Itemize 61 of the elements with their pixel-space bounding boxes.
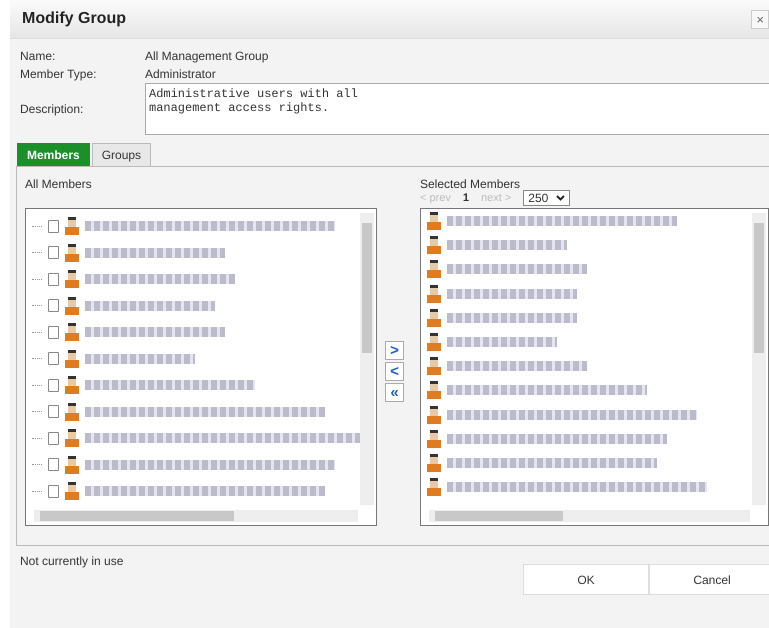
move-button[interactable]: « (385, 382, 404, 402)
user-icon (65, 244, 79, 262)
user-icon (65, 270, 79, 288)
close-button[interactable]: × (751, 10, 769, 28)
cancel-button[interactable]: Cancel (649, 564, 769, 595)
user-icon (65, 350, 79, 368)
user-icon (65, 376, 79, 394)
list-heading: Selected Members (420, 177, 520, 191)
checkbox[interactable] (48, 272, 59, 286)
user-icon (427, 284, 441, 303)
user-icon (65, 323, 79, 342)
page-size-select[interactable]: 250 (523, 190, 570, 206)
user-icon (65, 482, 79, 500)
member-list[interactable] (25, 208, 377, 526)
user-icon (427, 430, 441, 448)
chevron-icon (556, 195, 566, 201)
scrollbar[interactable] (360, 213, 374, 505)
checkbox[interactable] (48, 352, 59, 366)
user-icon (427, 478, 441, 496)
user-icon (65, 402, 79, 421)
status-text: Not currently in use (20, 554, 124, 570)
user-icon (427, 381, 441, 400)
user-icon (65, 429, 79, 448)
user-icon (65, 456, 79, 474)
user-icon (427, 333, 441, 352)
user-icon (65, 217, 79, 236)
user-icon (427, 260, 441, 278)
checkbox[interactable] (48, 246, 59, 260)
checkbox[interactable] (48, 484, 59, 498)
tab[interactable]: Groups (92, 143, 152, 166)
scrollbar[interactable] (34, 510, 358, 522)
field-value: Administrator (145, 67, 217, 81)
user-icon (427, 212, 441, 230)
user-icon (427, 406, 441, 424)
checkbox[interactable] (48, 405, 59, 418)
checkbox[interactable] (48, 220, 59, 233)
page-number: 1 (462, 192, 470, 204)
user-icon (65, 296, 79, 315)
dialog-title: Modify Group (22, 10, 126, 28)
checkbox[interactable] (48, 458, 59, 472)
checkbox[interactable] (48, 299, 59, 312)
list-heading: All Members (25, 177, 92, 191)
user-icon (427, 454, 441, 472)
move-button[interactable]: > (385, 340, 404, 360)
move-button[interactable]: < (385, 362, 404, 380)
field-value: All Management Group (145, 49, 270, 63)
field-label: Description: (20, 102, 84, 116)
field-label: Member Type: (20, 67, 98, 81)
checkbox[interactable] (48, 378, 59, 392)
user-icon (427, 357, 441, 376)
ok-button[interactable]: OK (523, 564, 649, 595)
field-label: Name: (20, 49, 56, 63)
checkbox[interactable] (48, 326, 59, 339)
user-icon (427, 236, 441, 254)
scrollbar[interactable] (752, 213, 766, 505)
tab[interactable]: Members (17, 143, 90, 166)
checkbox[interactable] (48, 432, 59, 445)
scrollbar[interactable] (429, 510, 750, 522)
description-field[interactable]: Administrative users with all management access rights. (145, 83, 769, 135)
user-icon (427, 308, 441, 327)
selected-list[interactable] (420, 208, 769, 526)
